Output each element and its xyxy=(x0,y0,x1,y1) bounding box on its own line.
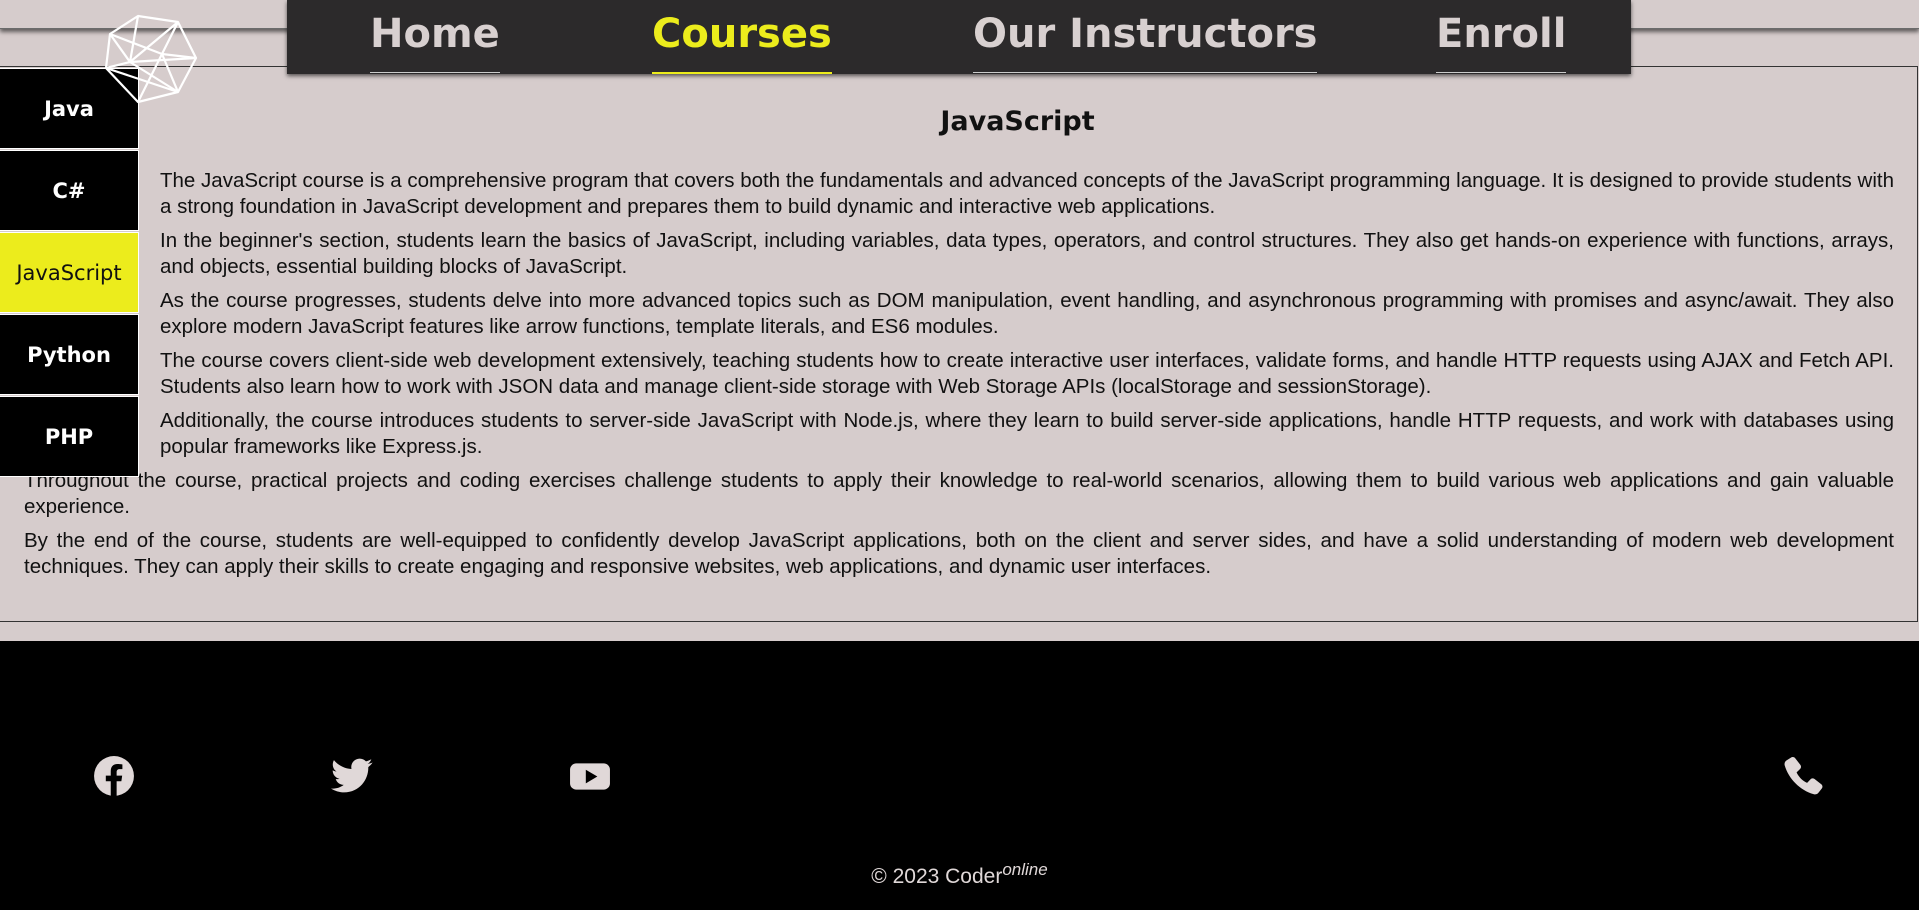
main-nav: Home Courses Our Instructors Enroll xyxy=(287,0,1631,74)
course-description: The JavaScript course is a comprehensive… xyxy=(24,168,1894,588)
course-title: JavaScript xyxy=(940,106,1095,137)
course-paragraph: The JavaScript course is a comprehensive… xyxy=(160,169,1894,218)
course-paragraph: Additionally, the course introduces stud… xyxy=(160,409,1894,458)
course-paragraph: Throughout the course, practical project… xyxy=(24,469,1894,518)
sidebar-item-csharp[interactable]: C# xyxy=(0,150,139,231)
twitter-icon[interactable] xyxy=(331,755,373,797)
sidebar-item-php[interactable]: PHP xyxy=(0,396,139,477)
course-sidebar: Java C# JavaScript Python PHP xyxy=(0,68,139,478)
copyright-text: © 2023 Coder xyxy=(871,865,1003,888)
logo-icon xyxy=(104,14,198,104)
copyright-superscript: online xyxy=(1002,860,1048,879)
copyright: © 2023 Coderonline xyxy=(0,860,1919,889)
nav-our-instructors[interactable]: Our Instructors xyxy=(973,4,1318,73)
nav-courses[interactable]: Courses xyxy=(652,4,832,74)
nav-enroll[interactable]: Enroll xyxy=(1436,4,1567,73)
course-paragraph: In the beginner's section, students lear… xyxy=(160,229,1894,278)
facebook-icon[interactable] xyxy=(93,755,135,797)
course-paragraph: The course covers client-side web develo… xyxy=(160,349,1894,398)
phone-icon[interactable] xyxy=(1782,755,1824,797)
course-paragraph: By the end of the course, students are w… xyxy=(24,529,1894,578)
sidebar-item-python[interactable]: Python xyxy=(0,314,139,395)
youtube-icon[interactable] xyxy=(569,755,611,797)
course-paragraph: As the course progresses, students delve… xyxy=(160,289,1894,338)
sidebar-item-javascript[interactable]: JavaScript xyxy=(0,232,139,313)
nav-home[interactable]: Home xyxy=(370,4,500,73)
